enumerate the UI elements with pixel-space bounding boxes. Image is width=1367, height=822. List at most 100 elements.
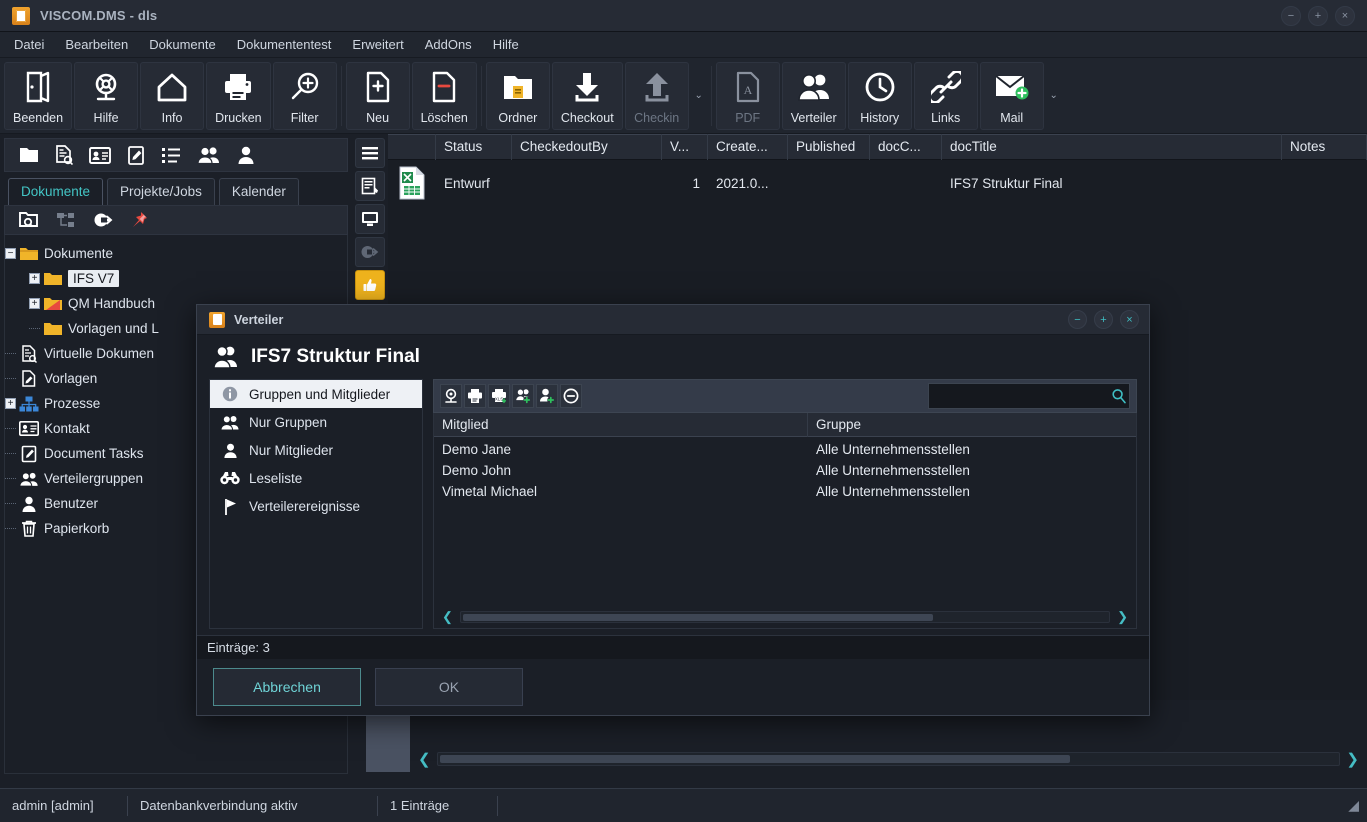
checkin-dropdown-caret-icon[interactable]: ⌄: [691, 62, 707, 130]
scroll-track[interactable]: [459, 611, 1111, 623]
grid-col-version[interactable]: V...: [662, 134, 708, 160]
dialog-minimize-button[interactable]: −: [1068, 310, 1087, 329]
tree-toggle-minus[interactable]: −: [5, 248, 16, 259]
grid-col-doctitle[interactable]: docTitle: [942, 134, 1282, 160]
toolbar-button-beenden[interactable]: Beenden: [4, 61, 73, 130]
remove-circle-icon[interactable]: [560, 384, 582, 408]
logout-arrow-icon[interactable]: [93, 211, 113, 229]
toolbar-button-ordner[interactable]: Ordner: [485, 61, 550, 130]
grid-col-doccategory[interactable]: docC...: [870, 134, 942, 160]
monitor-view-icon[interactable]: [355, 204, 385, 234]
user-icon[interactable]: [237, 146, 255, 164]
grid-col-notes[interactable]: Notes: [1282, 134, 1367, 160]
scroll-thumb[interactable]: [462, 614, 933, 621]
tab-dokumente[interactable]: Dokumente: [8, 178, 104, 205]
dialog-toolbar: XLS: [433, 379, 1137, 413]
tree-item-ifs-v7[interactable]: + IFS V7: [5, 266, 347, 291]
lifebuoy-stamp-icon[interactable]: [440, 384, 462, 408]
toolbar-button-links[interactable]: Links: [913, 61, 978, 130]
users-group-icon[interactable]: [197, 146, 221, 164]
toolbar-button-neu[interactable]: Neu: [345, 61, 410, 130]
contact-card-icon[interactable]: [89, 146, 111, 164]
add-user-icon[interactable]: [536, 384, 558, 408]
tree-toggle-plus[interactable]: +: [5, 398, 16, 409]
scroll-track[interactable]: [436, 752, 1341, 766]
toolbar-overflow-caret-icon[interactable]: ⌄: [1046, 62, 1062, 130]
nav-item-leseliste[interactable]: Leseliste: [210, 464, 422, 492]
resize-grip-icon[interactable]: ◢: [1348, 797, 1359, 814]
toolbar-button-loeschen[interactable]: Löschen: [411, 61, 477, 130]
toolbar-button-pdf[interactable]: A PDF: [715, 61, 780, 130]
scroll-right-arrow-icon[interactable]: ❯: [1346, 750, 1359, 768]
maximize-button[interactable]: +: [1308, 5, 1328, 26]
menu-hilfe[interactable]: Hilfe: [493, 37, 519, 52]
menu-dokumententest[interactable]: Dokumententest: [237, 37, 332, 52]
tree-toggle-plus[interactable]: +: [29, 273, 40, 284]
clipboard-edit-icon[interactable]: [127, 145, 145, 165]
list-icon[interactable]: [161, 147, 181, 164]
grid-col-checkedoutby[interactable]: CheckedoutBy: [512, 134, 662, 160]
menu-addons[interactable]: AddOns: [425, 37, 472, 52]
printer-icon[interactable]: [464, 384, 486, 408]
horizontal-scrollbar[interactable]: ❮ ❯: [410, 750, 1367, 772]
menu-dokumente[interactable]: Dokumente: [149, 37, 215, 52]
dialog-maximize-button[interactable]: +: [1094, 310, 1113, 329]
export-xls-icon[interactable]: XLS: [488, 384, 510, 408]
nav-item-verteilerereignisse[interactable]: Verteilerereignisse: [210, 492, 422, 520]
search-input[interactable]: [935, 388, 1111, 404]
member-col-gruppe[interactable]: Gruppe: [808, 413, 1136, 437]
scroll-thumb[interactable]: [439, 755, 1070, 763]
table-row[interactable]: Entwurf 1 2021.0... IFS7 Struktur Final: [388, 160, 1367, 206]
search-box[interactable]: [928, 383, 1130, 409]
table-row[interactable]: Demo Jane Alle Unternehmensstellen: [434, 439, 1136, 460]
table-row[interactable]: Demo John Alle Unternehmensstellen: [434, 460, 1136, 481]
folder-icon[interactable]: [19, 146, 39, 164]
grid-col-created[interactable]: Create...: [708, 134, 788, 160]
tab-projekte-jobs[interactable]: Projekte/Jobs: [107, 178, 215, 205]
folder-search-icon[interactable]: [19, 211, 39, 229]
magnifier-plus-icon: [289, 67, 321, 107]
toolbar-button-checkout[interactable]: Checkout: [551, 61, 623, 130]
member-col-mitglied[interactable]: Mitglied: [434, 412, 808, 437]
tab-kalender[interactable]: Kalender: [218, 178, 299, 205]
grid-col-icon[interactable]: [388, 134, 436, 160]
table-row[interactable]: Vimetal Michael Alle Unternehmensstellen: [434, 481, 1136, 502]
add-group-icon[interactable]: [512, 384, 534, 408]
toolbar-button-hilfe[interactable]: Hilfe: [74, 61, 139, 130]
toolbar-button-info[interactable]: Info: [140, 61, 205, 130]
nav-item-nur-mitglieder[interactable]: Nur Mitglieder: [210, 436, 422, 464]
tree-toggle-plus[interactable]: +: [29, 298, 40, 309]
scroll-right-arrow-icon[interactable]: ❯: [1117, 609, 1128, 625]
toolbar-button-mail[interactable]: Mail: [979, 61, 1044, 130]
menu-datei[interactable]: Datei: [14, 37, 44, 52]
tree-structure-icon[interactable]: [56, 211, 76, 229]
toolbar-button-verteiler[interactable]: Verteiler: [781, 61, 846, 130]
hamburger-view-icon[interactable]: [355, 138, 385, 168]
nav-item-nur-gruppen[interactable]: Nur Gruppen: [210, 408, 422, 436]
virtual-document-icon[interactable]: [55, 145, 73, 165]
tree-item-dokumente[interactable]: − Dokumente: [5, 241, 347, 266]
menu-erweitert[interactable]: Erweitert: [352, 37, 403, 52]
grid-col-published[interactable]: Published: [788, 134, 870, 160]
grid-col-status[interactable]: Status: [436, 134, 512, 160]
scroll-left-arrow-icon[interactable]: ❮: [442, 609, 453, 625]
pin-icon[interactable]: [130, 211, 148, 229]
toolbar-button-drucken[interactable]: Drucken: [206, 61, 271, 130]
toolbar-button-checkin[interactable]: Checkin: [624, 61, 689, 130]
scroll-left-arrow-icon[interactable]: ❮: [418, 750, 431, 768]
dialog-close-button[interactable]: ×: [1120, 310, 1139, 329]
logout-arrow-icon[interactable]: [355, 237, 385, 267]
toolbar-button-filter[interactable]: Filter: [272, 61, 337, 130]
form-edit-view-icon[interactable]: [355, 171, 385, 201]
nav-item-gruppen-und-mitglieder[interactable]: Gruppen und Mitglieder: [210, 380, 422, 408]
menu-bearbeiten[interactable]: Bearbeiten: [65, 37, 128, 52]
ok-button[interactable]: OK: [375, 668, 523, 706]
search-icon[interactable]: [1111, 388, 1127, 404]
toolbar-button-history[interactable]: History: [847, 61, 912, 130]
member-table-body: Demo Jane Alle Unternehmensstellen Demo …: [434, 437, 1136, 606]
close-button[interactable]: ×: [1335, 5, 1355, 26]
thumbs-up-icon[interactable]: [355, 270, 385, 300]
member-horizontal-scrollbar[interactable]: ❮ ❯: [434, 606, 1136, 628]
minimize-button[interactable]: −: [1281, 5, 1301, 26]
cancel-button[interactable]: Abbrechen: [213, 668, 361, 706]
